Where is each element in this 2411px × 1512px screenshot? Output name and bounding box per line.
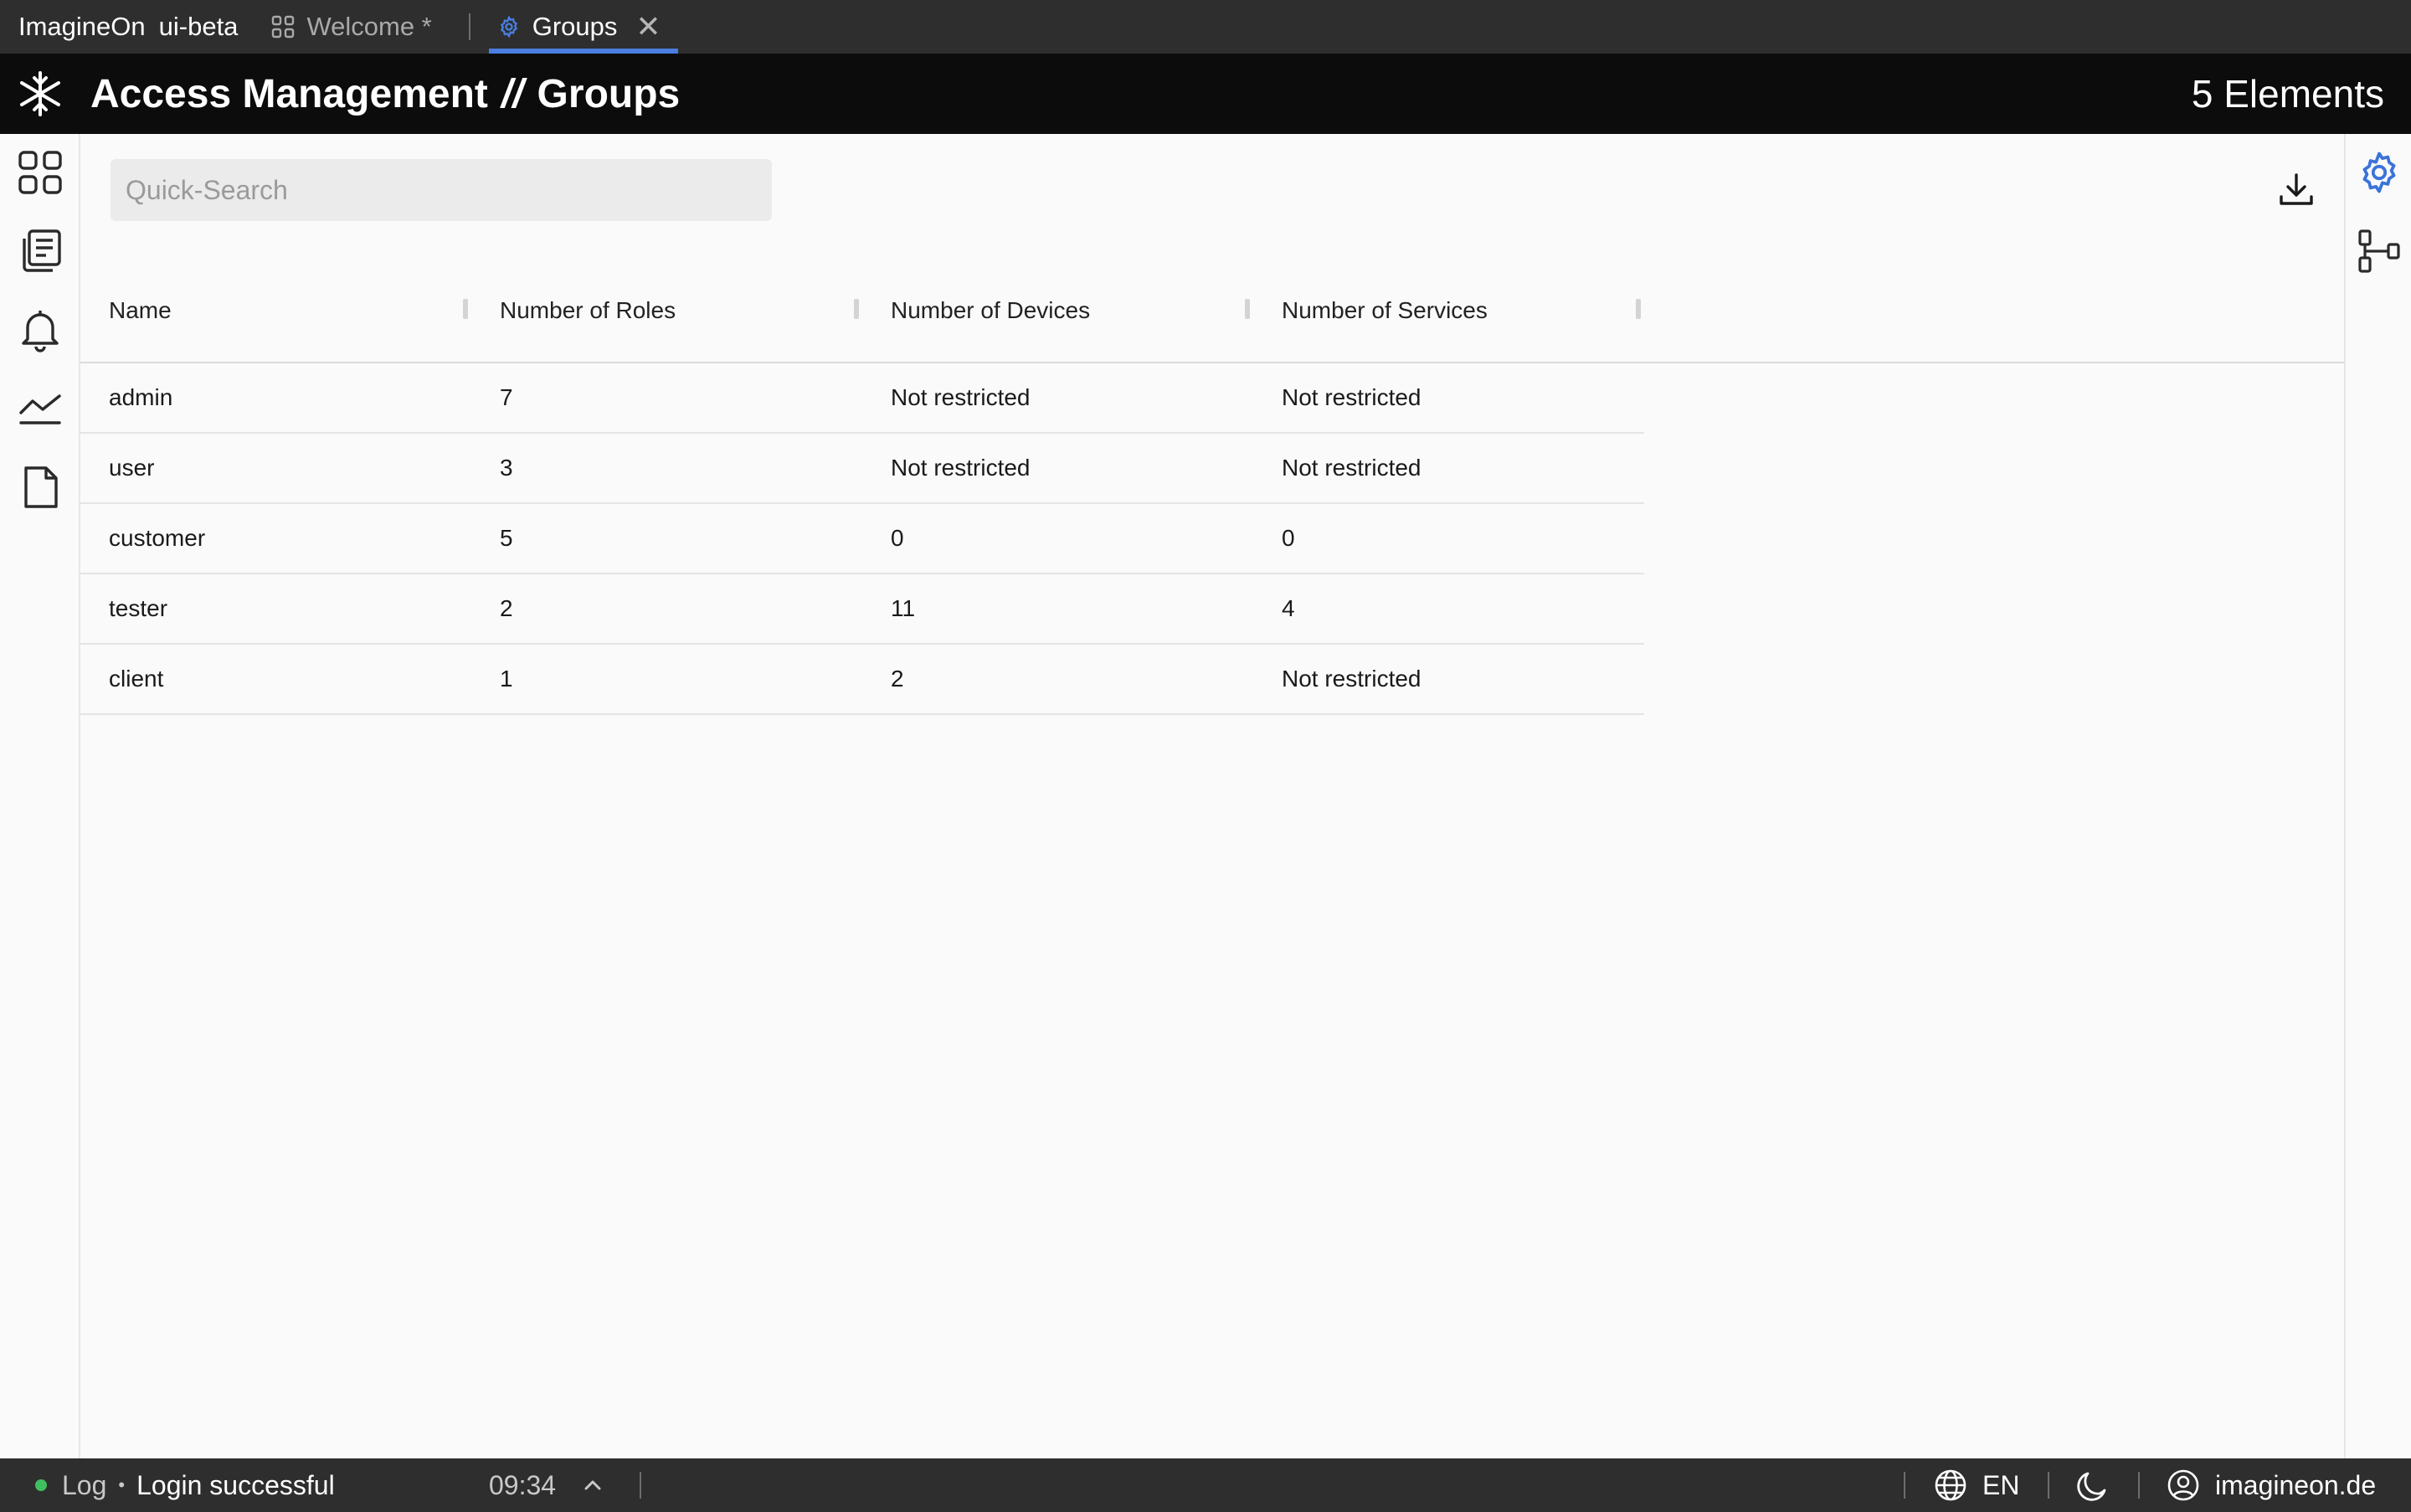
column-header-services[interactable]: Number of Services: [1253, 259, 1644, 363]
cell-services: Not restricted: [1282, 384, 1421, 410]
log-bullet: •: [118, 1474, 126, 1495]
cell-roles: 1: [500, 666, 513, 692]
table-header: Name Number of Roles Number of Devices N…: [80, 260, 2344, 363]
cell-name: admin: [109, 384, 173, 410]
close-icon[interactable]: ✕: [635, 12, 661, 42]
log-time: 09:34: [489, 1469, 557, 1500]
cell-devices: Not restricted: [891, 455, 1031, 481]
download-icon[interactable]: [2274, 167, 2319, 213]
cell-services: 4: [1282, 595, 1295, 621]
cell-roles: 5: [500, 525, 513, 551]
column-resize-handle[interactable]: [463, 299, 468, 319]
tab-welcome[interactable]: Welcome *: [271, 0, 432, 54]
language-label: EN: [1982, 1469, 2020, 1500]
groups-table: Name Number of Roles Number of Devices N…: [80, 260, 2344, 715]
grid-icon: [272, 15, 295, 39]
globe-icon: [1935, 1469, 1966, 1501]
cell-name: client: [109, 666, 164, 692]
cell-roles: 2: [500, 595, 513, 621]
title-section: Access Management: [90, 71, 488, 116]
title-separator: //: [501, 71, 524, 116]
table-row[interactable]: tester 2 11 4: [80, 574, 1644, 645]
right-sidebar: [2344, 134, 2411, 1458]
table-row[interactable]: user 3 Not restricted Not restricted: [80, 434, 1644, 504]
cell-devices: Not restricted: [891, 384, 1031, 410]
tab-bar: ImagineOn ui-beta Welcome * Groups ✕: [0, 0, 2411, 54]
logo-icon[interactable]: [15, 69, 65, 119]
tab-groups-label: Groups: [532, 12, 618, 41]
app-environment: ui-beta: [158, 12, 239, 41]
column-resize-handle[interactable]: [1245, 299, 1250, 319]
column-resize-handle[interactable]: [854, 299, 859, 319]
tab-welcome-label: Welcome *: [306, 12, 432, 41]
cell-services: Not restricted: [1282, 666, 1421, 692]
status-divider: [640, 1472, 641, 1499]
column-header-name[interactable]: Name: [80, 259, 471, 363]
tab-groups[interactable]: Groups ✕: [488, 0, 678, 54]
page-title: Access Management // Groups: [90, 71, 680, 117]
cell-roles: 7: [500, 384, 513, 410]
cell-services: Not restricted: [1282, 455, 1421, 481]
account-label: imagineon.de: [2215, 1469, 2377, 1500]
app-brand: ImagineOn: [18, 12, 146, 41]
language-selector[interactable]: EN: [1934, 1468, 2019, 1502]
cell-name: user: [109, 455, 155, 481]
cell-devices: 11: [891, 595, 916, 621]
dashboard-icon[interactable]: [15, 147, 65, 198]
table-row[interactable]: admin 7 Not restricted Not restricted: [80, 363, 1644, 434]
chevron-up-icon[interactable]: [583, 1470, 603, 1507]
cell-devices: 0: [891, 525, 904, 551]
user-circle-icon: [2167, 1469, 2199, 1501]
left-sidebar: [0, 134, 80, 1458]
cell-roles: 3: [500, 455, 513, 481]
page-header: Access Management // Groups 5 Elements: [0, 54, 2411, 134]
cell-name: customer: [109, 525, 206, 551]
documents-icon[interactable]: [15, 226, 65, 276]
file-icon[interactable]: [15, 462, 65, 512]
status-indicator: [35, 1479, 47, 1491]
main-content: Name Number of Roles Number of Devices N…: [80, 134, 2344, 1458]
search-input[interactable]: [111, 159, 772, 221]
app-name: ImagineOn ui-beta: [18, 12, 238, 42]
status-divider: [1904, 1472, 1905, 1499]
chart-line-icon[interactable]: [15, 383, 65, 434]
bell-icon[interactable]: [15, 305, 65, 355]
element-count: 5 Elements: [2191, 72, 2384, 116]
cell-devices: 2: [891, 666, 904, 692]
status-bar: Log • Login successful 09:34 EN imagineo…: [0, 1458, 2411, 1512]
status-divider: [2048, 1472, 2049, 1499]
log-message: Login successful: [136, 1469, 335, 1500]
gear-icon: [500, 15, 517, 39]
title-page: Groups: [537, 71, 681, 116]
column-header-devices[interactable]: Number of Devices: [862, 259, 1253, 363]
account-menu[interactable]: imagineon.de: [2167, 1468, 2376, 1502]
settings-gear-icon[interactable]: [2354, 147, 2404, 198]
column-header-roles[interactable]: Number of Roles: [471, 259, 862, 363]
column-resize-handle[interactable]: [1636, 299, 1641, 319]
cell-name: tester: [109, 595, 168, 621]
moon-icon[interactable]: [2074, 1470, 2108, 1510]
hierarchy-icon[interactable]: [2354, 226, 2404, 276]
tab-divider: [468, 13, 470, 40]
status-divider: [2138, 1472, 2140, 1499]
table-row[interactable]: customer 5 0 0: [80, 504, 1644, 574]
cell-services: 0: [1282, 525, 1295, 551]
log-label[interactable]: Log: [62, 1470, 106, 1501]
table-row[interactable]: client 1 2 Not restricted: [80, 645, 1644, 715]
